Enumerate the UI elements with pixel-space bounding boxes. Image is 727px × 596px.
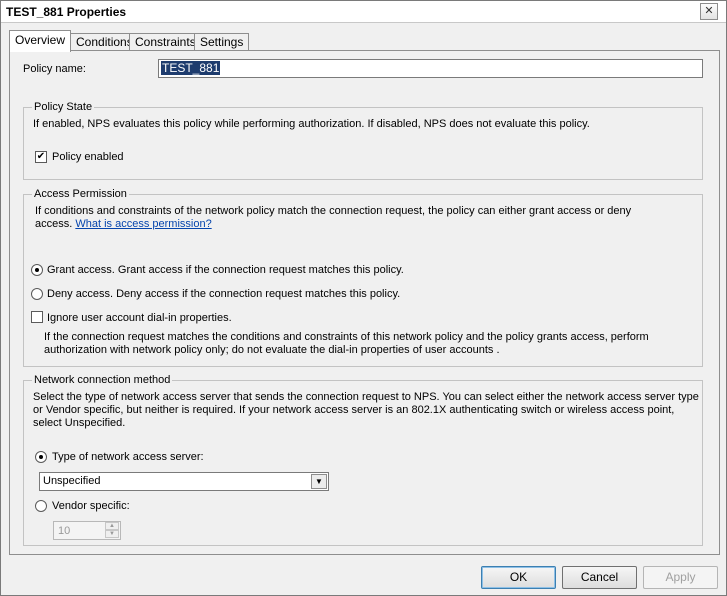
policy-name-label: Policy name: bbox=[23, 63, 86, 75]
properties-dialog: TEST_881 Properties ✕ Overview Condition… bbox=[0, 0, 727, 596]
close-button[interactable]: ✕ bbox=[700, 3, 718, 20]
chevron-down-icon[interactable]: ▼ bbox=[311, 474, 327, 489]
ignore-dial-in-label: Ignore user account dial-in properties. bbox=[47, 312, 232, 324]
title-bar: TEST_881 Properties ✕ bbox=[1, 1, 726, 23]
access-permission-group: Access Permission If conditions and cons… bbox=[23, 188, 703, 367]
access-permission-description-line2: access. bbox=[35, 218, 73, 230]
checkmark-icon: ✔ bbox=[36, 151, 46, 162]
ok-button[interactable]: OK bbox=[481, 566, 556, 589]
access-permission-description-line1: If conditions and constraints of the net… bbox=[35, 205, 632, 217]
network-method-description-line3: select Unspecified. bbox=[33, 417, 126, 429]
policy-enabled-checkbox[interactable]: ✔ bbox=[35, 151, 47, 163]
policy-name-input[interactable]: TEST_881 bbox=[158, 59, 703, 78]
server-type-value: Unspecified bbox=[43, 475, 101, 487]
network-method-description-line2: or Vendor specific, but neither is requi… bbox=[33, 404, 675, 416]
what-is-access-permission-link[interactable]: What is access permission? bbox=[75, 218, 211, 230]
vendor-specific-radio[interactable] bbox=[35, 500, 47, 512]
overview-panel: Policy name: TEST_881 Policy State If en… bbox=[9, 50, 720, 555]
vendor-specific-label: Vendor specific: bbox=[52, 500, 130, 512]
network-connection-method-group: Network connection method Select the typ… bbox=[23, 374, 703, 546]
grant-access-radio[interactable] bbox=[31, 264, 43, 276]
network-method-description-line1: Select the type of network access server… bbox=[33, 391, 699, 403]
access-permission-description-line2-wrap: access. What is access permission? bbox=[35, 218, 212, 231]
spin-up-icon[interactable]: ▲ bbox=[105, 522, 119, 530]
policy-name-value: TEST_881 bbox=[161, 61, 221, 75]
grant-access-label: Grant access. Grant access if the connec… bbox=[47, 264, 404, 276]
access-permission-title: Access Permission bbox=[32, 188, 129, 200]
type-of-server-radio[interactable] bbox=[35, 451, 47, 463]
deny-access-label: Deny access. Deny access if the connecti… bbox=[47, 288, 401, 300]
apply-button[interactable]: Apply bbox=[643, 566, 718, 589]
vendor-specific-value: 10 bbox=[58, 525, 71, 537]
server-type-dropdown[interactable]: Unspecified ▼ bbox=[39, 472, 329, 491]
policy-state-title: Policy State bbox=[32, 101, 95, 113]
policy-state-group: Policy State If enabled, NPS evaluates t… bbox=[23, 101, 703, 180]
policy-enabled-label: Policy enabled bbox=[52, 151, 124, 163]
ignore-dial-in-description-line1: If the connection request matches the co… bbox=[44, 331, 649, 343]
network-connection-method-title: Network connection method bbox=[32, 374, 173, 386]
window-title: TEST_881 Properties bbox=[6, 5, 127, 19]
type-of-server-label: Type of network access server: bbox=[52, 451, 204, 463]
cancel-button[interactable]: Cancel bbox=[562, 566, 637, 589]
deny-access-radio[interactable] bbox=[31, 288, 43, 300]
spin-down-icon[interactable]: ▼ bbox=[105, 530, 119, 538]
close-icon: ✕ bbox=[704, 5, 714, 17]
tab-overview[interactable]: Overview bbox=[9, 30, 72, 52]
ignore-dial-in-description-line2: authorization with network policy only; … bbox=[44, 344, 500, 356]
policy-state-description: If enabled, NPS evaluates this policy wh… bbox=[33, 118, 590, 130]
vendor-specific-spinner[interactable]: 10 ▲ ▼ bbox=[53, 521, 121, 540]
ignore-dial-in-checkbox[interactable] bbox=[31, 311, 43, 323]
